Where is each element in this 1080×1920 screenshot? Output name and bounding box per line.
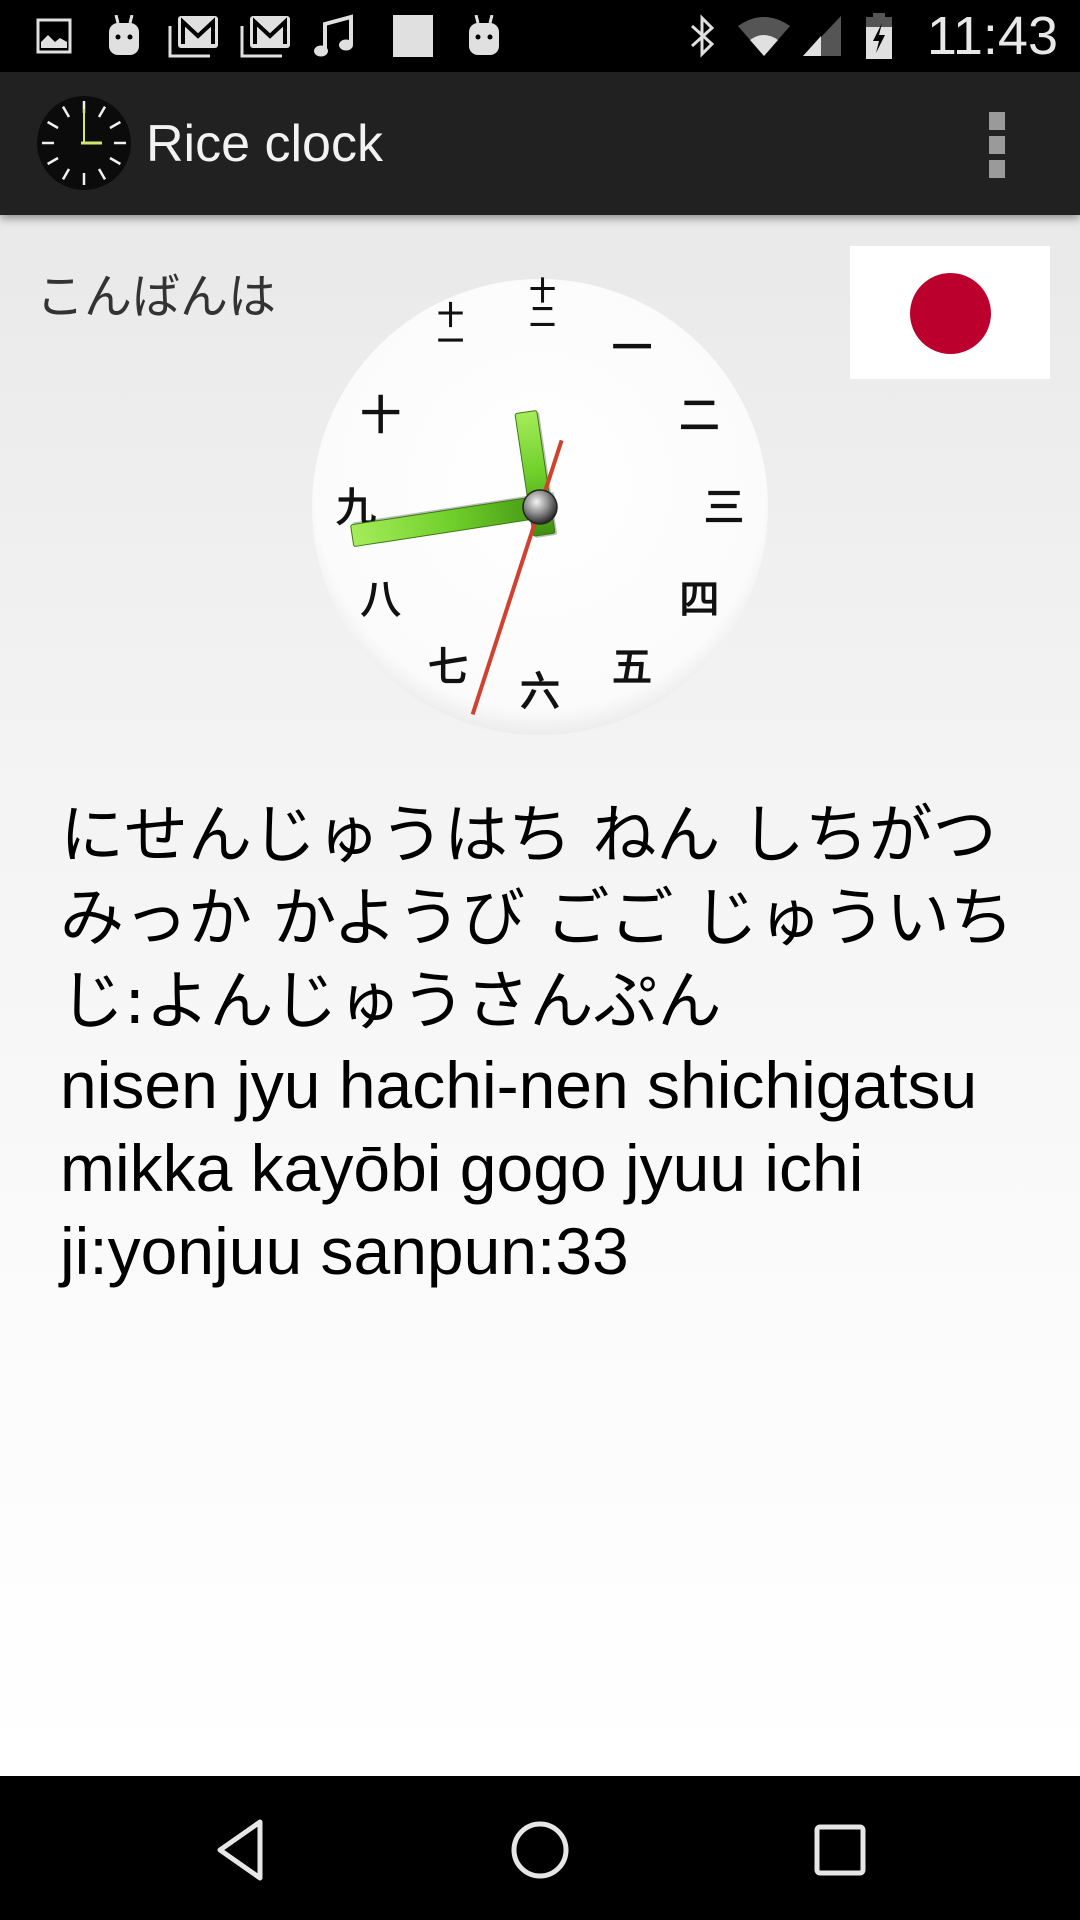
status-time: 11:43: [926, 6, 1058, 66]
wifi-icon: [734, 14, 794, 58]
back-triangle-icon[interactable]: [200, 1810, 280, 1890]
flag-sun: [910, 273, 991, 354]
android-icon: [104, 14, 144, 58]
clock-numeral-8: 八: [361, 576, 402, 623]
battery-charging-icon: [864, 13, 894, 59]
greeting-text: こんばんは: [36, 269, 277, 325]
recents-square-icon[interactable]: [800, 1810, 880, 1890]
clock-hub: [522, 489, 558, 525]
music-icon: [312, 14, 356, 58]
app-title: Rice clock: [146, 115, 383, 173]
japan-flag-button[interactable]: [850, 246, 1050, 379]
navigation-bar: [0, 1776, 1080, 1920]
clock-numeral-2: 二: [679, 392, 719, 439]
clock-numeral-1: 一: [612, 325, 652, 372]
android-icon: [464, 14, 504, 58]
blank-square-icon: [392, 14, 434, 58]
image-icon: [34, 14, 74, 58]
clock-numeral-10: 十: [361, 392, 401, 439]
clock-numeral-7: 七: [428, 643, 468, 690]
bluetooth-icon: [686, 14, 720, 58]
main-content: こんばんは 一 二 三 四 五 六 七 八 九 十 十一 十二 にせんじゅうはち…: [0, 215, 1080, 1776]
analog-clock: 一二三四五六七八九十十一 十二: [310, 277, 770, 737]
app-bar: Rice clock: [0, 72, 1080, 215]
more-vert-icon[interactable]: [985, 112, 1009, 178]
status-bar: 11:43: [0, 0, 1080, 72]
clock-icon: [36, 95, 132, 191]
clock-numeral-3: 三: [704, 484, 744, 531]
gmail-icon: [168, 14, 220, 58]
time-readout: にせんじゅうはち ねん しちがつ みっか かようび ごご じゅういちじ:よんじゅ…: [60, 795, 1030, 1293]
kana-readout: にせんじゅうはち ねん しちがつ みっか かようび ごご じゅういちじ:よんじゅ…: [60, 799, 1014, 1039]
clock-numeral-11: 十一: [433, 302, 463, 354]
gmail-icon: [240, 14, 292, 58]
clock-numeral-4: 四: [679, 576, 719, 623]
romaji-readout: nisen jyu hachi-nen shichigatsu mikka ka…: [60, 1048, 978, 1288]
home-circle-icon[interactable]: [500, 1810, 580, 1890]
clock-numeral-5: 五: [612, 643, 652, 690]
clock-numeral-6: 六: [520, 668, 560, 715]
cell-signal-icon: [800, 14, 844, 58]
clock-numeral-12: 十二: [525, 277, 555, 329]
